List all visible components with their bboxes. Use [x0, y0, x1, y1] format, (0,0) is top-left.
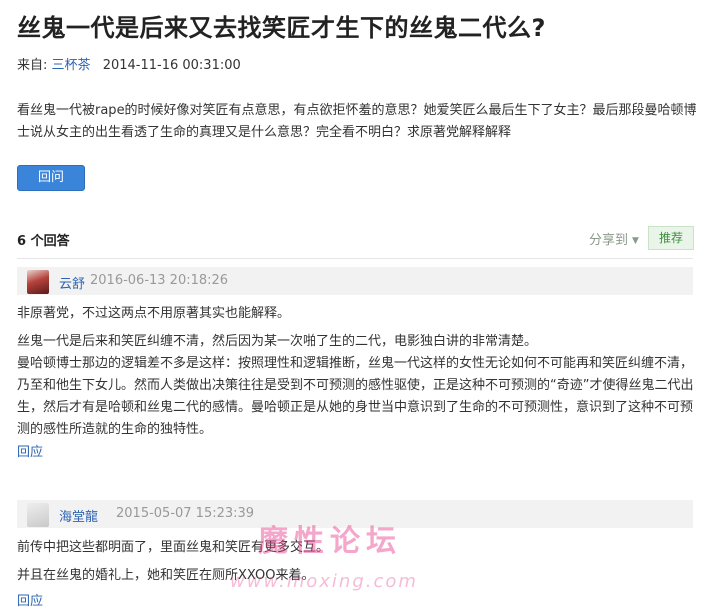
answer-author-link[interactable]: 海堂龍: [59, 506, 98, 525]
question-author-link[interactable]: 三杯茶: [52, 58, 91, 73]
answer-count: 6 个回答: [17, 234, 70, 249]
from-label: 来自:: [17, 58, 48, 73]
recommend-button[interactable]: 推荐: [648, 226, 694, 250]
avatar[interactable]: [27, 503, 49, 527]
answer-paragraph: 丝鬼一代是后来和笑匠纠缠不清，然后因为某一次啪了生的二代，电影独白讲的非常清楚。: [17, 334, 538, 349]
question-meta: 来自: 三杯茶 2014-11-16 00:31:00: [17, 54, 241, 73]
reply-question-button[interactable]: 回问: [17, 165, 85, 191]
answer-header: 云舒 2016-06-13 20:18:26: [17, 267, 693, 295]
question-title: 丝鬼一代是后来又去找笑匠才生下的丝鬼二代么?: [17, 14, 546, 42]
avatar[interactable]: [27, 270, 49, 294]
section-divider: [17, 258, 693, 259]
answer-author-link[interactable]: 云舒: [59, 273, 85, 292]
question-body: 看丝鬼一代被rape的时候好像对笑匠有点意思，有点欲拒怀羞的意思？她爱笑匠么最后…: [17, 103, 697, 140]
watermark-url: www.moxing.com: [230, 571, 418, 592]
reply-link[interactable]: 回应: [17, 441, 43, 460]
reply-link[interactable]: 回应: [17, 590, 43, 609]
watermark: 魔性论坛: [258, 524, 402, 559]
chevron-down-icon: ▼: [632, 235, 639, 246]
answer-date: 2015-05-07 15:23:39: [116, 506, 255, 521]
share-dropdown[interactable]: 分享到 ▼: [589, 229, 639, 248]
share-label: 分享到: [589, 233, 629, 248]
question-date: 2014-11-16 00:31:00: [102, 58, 241, 73]
answer-paragraph: 非原著党，不过这两点不用原著其实也能解释。: [17, 306, 291, 321]
answer-body: 非原著党，不过这两点不用原著其实也能解释。 丝鬼一代是后来和笑匠纠缠不清，然后因…: [17, 303, 697, 441]
answer-date: 2016-06-13 20:18:26: [90, 273, 229, 288]
answer-paragraph: 曼哈顿博士那边的逻辑差不多是这样：按照理性和逻辑推断，丝鬼一代这样的女性无论如何…: [17, 356, 694, 437]
